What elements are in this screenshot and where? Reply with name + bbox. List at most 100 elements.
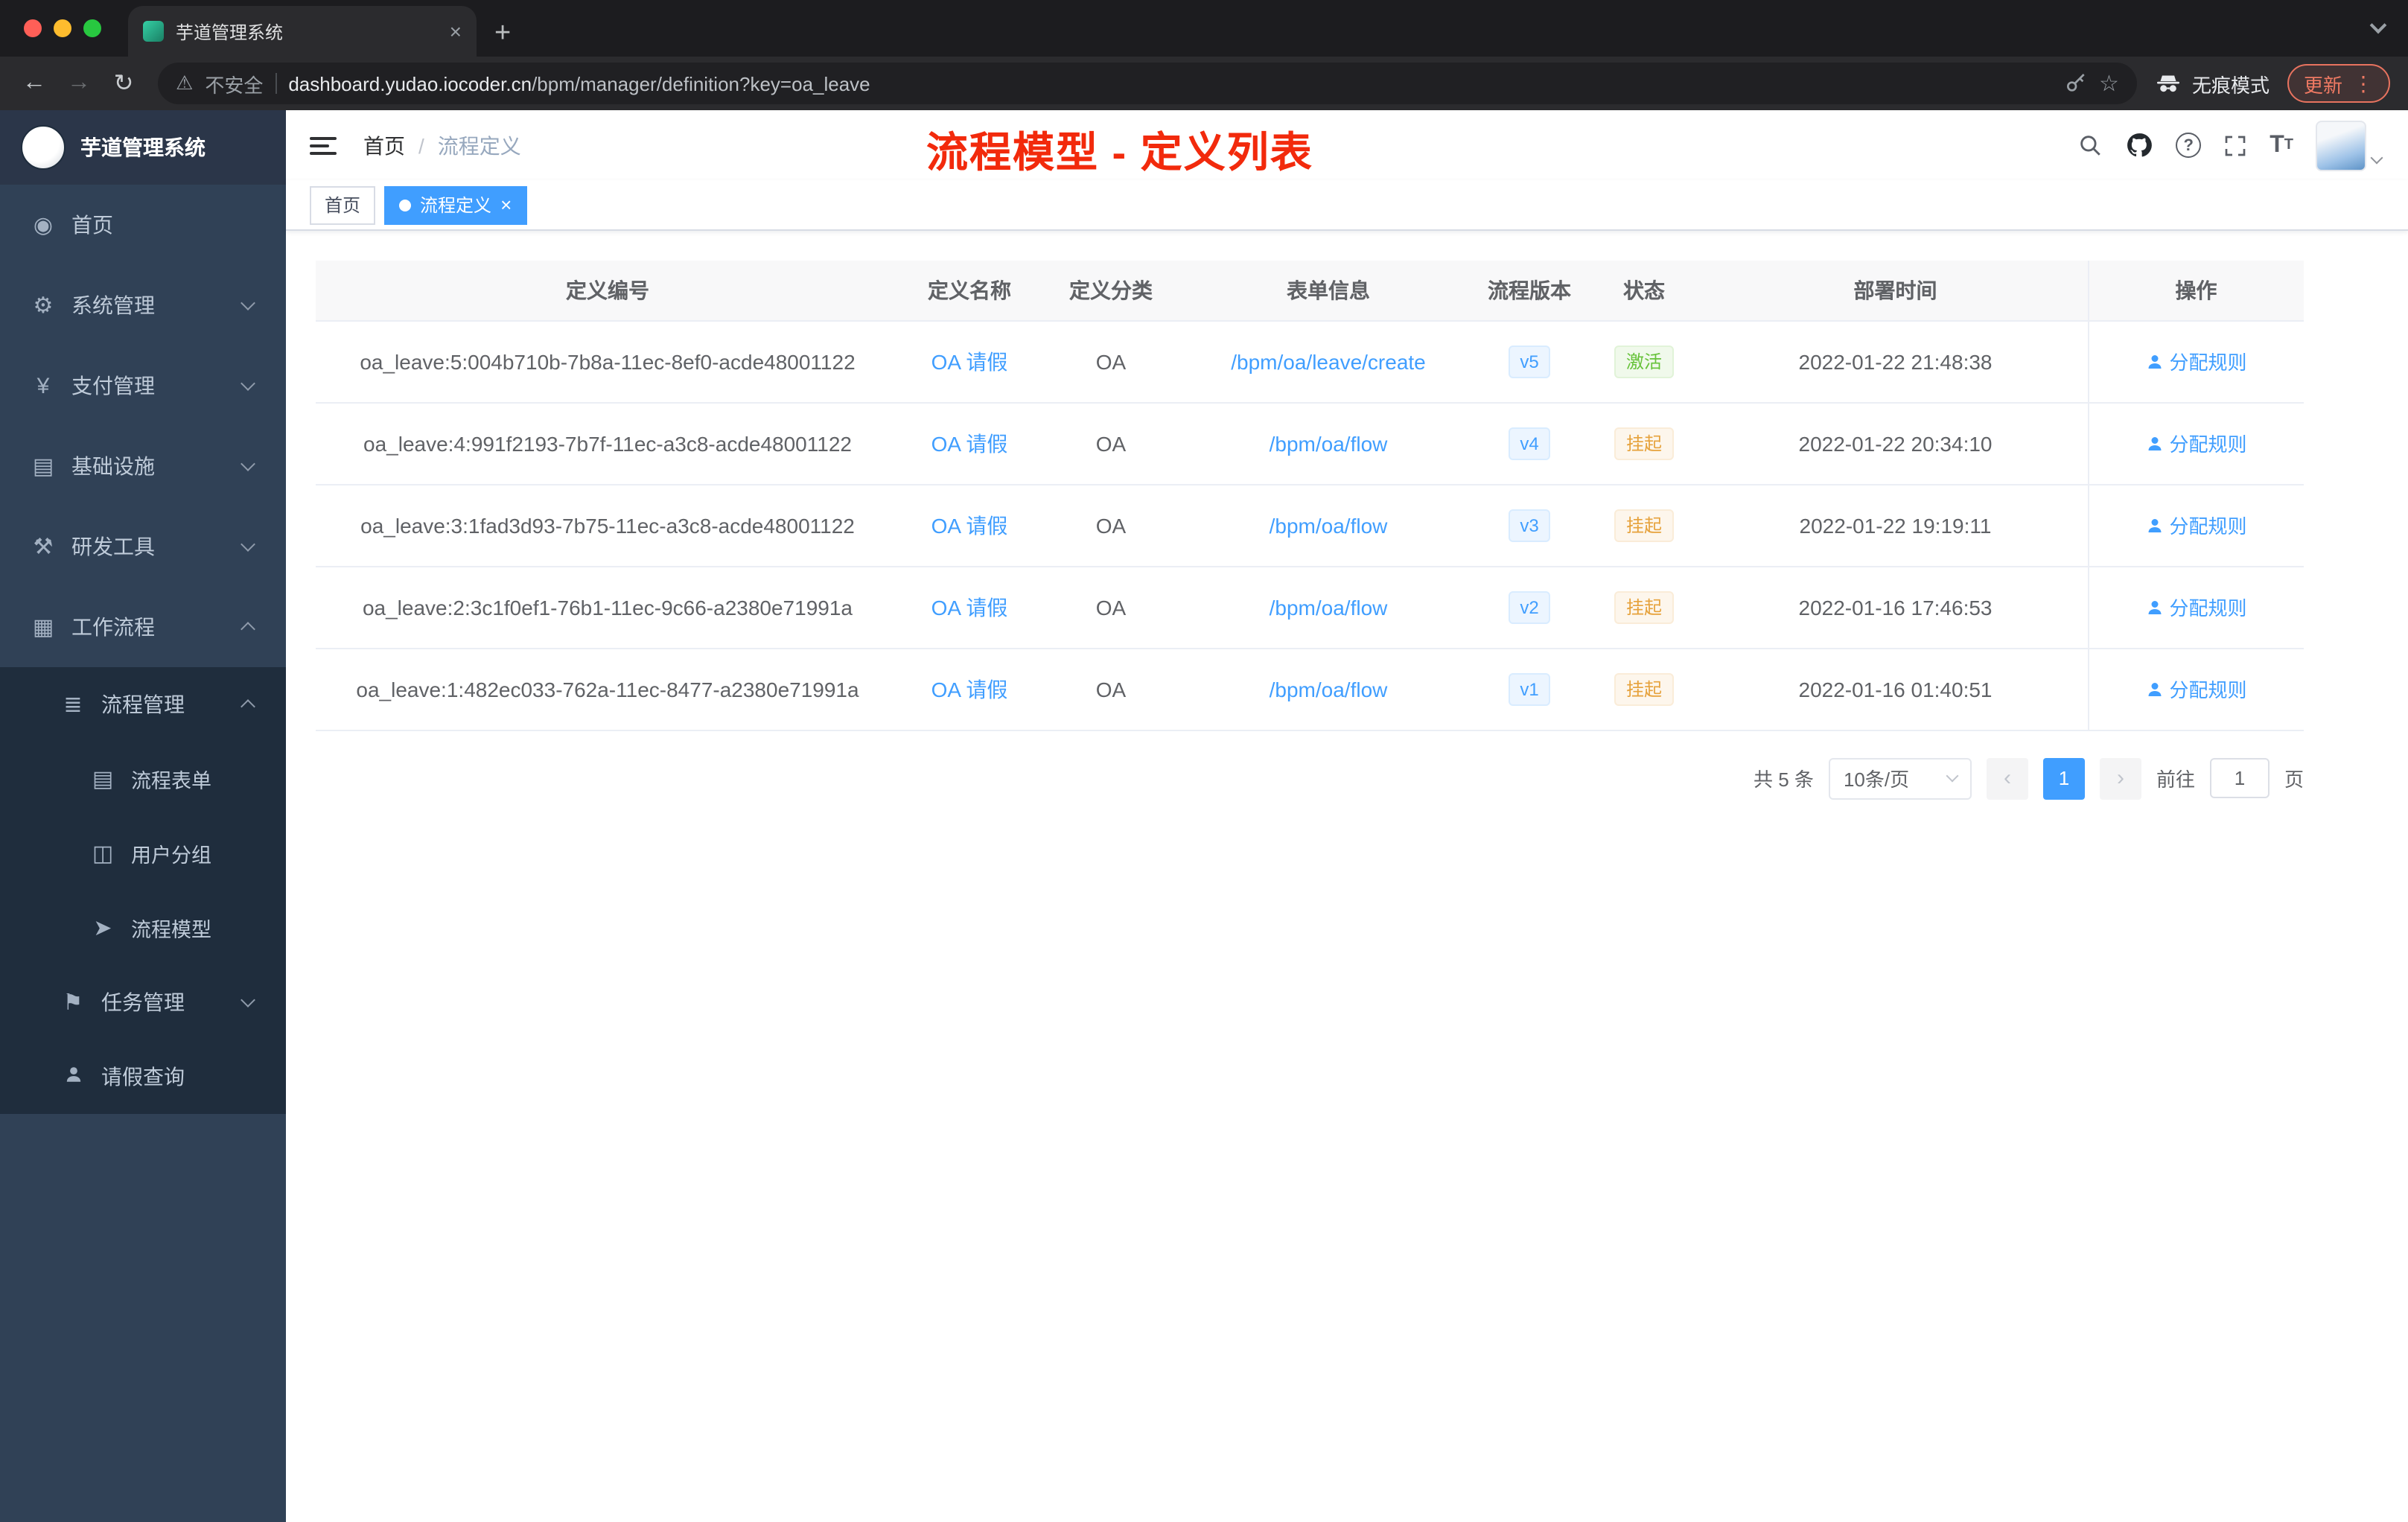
tab-search-chevron-icon[interactable] [2369, 16, 2387, 34]
goto-page-input[interactable] [2209, 758, 2270, 798]
deploy-time: 2022-01-22 21:48:38 [1704, 320, 2088, 403]
forward-button[interactable]: → [57, 61, 101, 106]
header-actions: ? TT [2077, 120, 2408, 171]
pagination: 共 5 条 10条/页 ‹ 1 › 前往 页 [316, 757, 2304, 799]
sidebar-item-infrastructure[interactable]: ▤ 基础设施 [0, 426, 286, 506]
tab-strip: 芋道管理系统 × + [0, 0, 2408, 57]
next-page-button[interactable]: › [2099, 757, 2141, 799]
chevron-up-icon [241, 622, 255, 637]
url-host: dashboard.yudao.iocoder.cn [288, 72, 532, 95]
sidebar-logo[interactable]: 芋道管理系统 [0, 110, 286, 185]
content-area: 定义编号 定义名称 定义分类 表单信息 流程版本 状态 部署时间 操作 oa_l [286, 231, 2408, 1522]
tag-process-definition[interactable]: 流程定义 × [384, 185, 527, 224]
browser-menu-dots-icon[interactable]: ⋮ [2353, 71, 2374, 96]
definition-name-link[interactable]: OA 请假 [931, 513, 1008, 537]
sidebar-item-leave-query[interactable]: 请假查询 [0, 1039, 286, 1114]
font-size-icon[interactable]: TT [2270, 133, 2293, 157]
minimize-window-button[interactable] [54, 19, 71, 37]
tools-icon: ⚒ [33, 535, 54, 560]
password-key-icon[interactable] [2063, 71, 2087, 95]
breadcrumb-home-link[interactable]: 首页 [363, 130, 405, 160]
github-icon[interactable] [2125, 131, 2153, 159]
definition-name-link[interactable]: OA 请假 [931, 431, 1008, 455]
user-group-icon: ◫ [92, 841, 114, 867]
deploy-time: 2022-01-22 20:34:10 [1704, 402, 2088, 485]
screen: 芋道管理系统 × + ← → ↻ ⚠ 不安全 dashboard.yudao.i… [0, 0, 2408, 1522]
chevron-down-icon [241, 537, 255, 552]
form-link[interactable]: /bpm/oa/flow [1270, 677, 1388, 701]
sidebar-item-task-management[interactable]: ⚑ 任务管理 [0, 965, 286, 1039]
table-row: oa_leave:3:1fad3d93-7b75-11ec-a3c8-acde4… [316, 484, 2304, 567]
address-bar[interactable]: ⚠ 不安全 dashboard.yudao.iocoder.cn/bpm/man… [158, 63, 2137, 104]
tab-favicon-icon [143, 21, 164, 42]
help-icon[interactable]: ? [2176, 133, 2202, 158]
update-button[interactable]: 更新 ⋮ [2287, 64, 2390, 103]
sidebar-item-label: 流程模型 [131, 919, 211, 941]
user-icon [2147, 600, 2161, 614]
user-avatar-menu[interactable] [2316, 120, 2383, 171]
tag-home[interactable]: 首页 [310, 185, 376, 224]
sidebar-fold-button[interactable] [310, 136, 337, 154]
assign-rule-link[interactable]: 分配规则 [2145, 511, 2247, 539]
sidebar-item-user-group[interactable]: ◫ 用户分组 [0, 816, 286, 891]
assign-rule-link[interactable]: 分配规则 [2145, 675, 2247, 703]
sidebar-item-process-model[interactable]: ➤ 流程模型 [0, 891, 286, 965]
new-tab-button[interactable]: + [494, 19, 511, 48]
assign-rule-link[interactable]: 分配规则 [2145, 429, 2247, 457]
search-icon[interactable] [2077, 133, 2103, 158]
close-window-button[interactable] [24, 19, 42, 37]
caret-down-icon [2370, 150, 2383, 164]
form-link[interactable]: /bpm/oa/flow [1270, 595, 1388, 619]
sidebar-item-home[interactable]: ◉ 首页 [0, 185, 286, 265]
security-warning-icon[interactable]: ⚠ [176, 71, 193, 95]
reload-button[interactable]: ↻ [101, 61, 146, 106]
browser-toolbar: ← → ↻ ⚠ 不安全 dashboard.yudao.iocoder.cn/b… [0, 57, 2408, 110]
page-1-button[interactable]: 1 [2042, 757, 2085, 799]
avatar[interactable] [2316, 120, 2366, 171]
sidebar-item-process-management[interactable]: ≣ 流程管理 [0, 667, 286, 742]
sidebar-item-dev-tools[interactable]: ⚒ 研发工具 [0, 506, 286, 587]
assign-rule-link[interactable]: 分配规则 [2145, 347, 2247, 375]
status-tag: 挂起 [1614, 672, 1674, 705]
sidebar-item-label: 任务管理 [101, 990, 185, 1014]
bookmark-star-icon[interactable]: ☆ [2099, 70, 2119, 97]
definition-name-link[interactable]: OA 请假 [931, 349, 1008, 373]
form-link[interactable]: /bpm/oa/leave/create [1231, 349, 1426, 373]
security-label: 不安全 [205, 74, 264, 96]
main-area: 首页 / 流程定义 流程模型 - 定义列表 ? TT 首页 流程定义 × 定义编… [286, 110, 2408, 1522]
sidebar-item-system-management[interactable]: ⚙ 系统管理 [0, 265, 286, 346]
column-header-actions: 操作 [2087, 261, 2304, 321]
sidebar-item-label: 系统管理 [71, 293, 155, 317]
definition-name-link[interactable]: OA 请假 [931, 677, 1008, 701]
back-button[interactable]: ← [12, 61, 57, 106]
column-header-version: 流程版本 [1474, 261, 1584, 321]
prev-page-button[interactable]: ‹ [1986, 757, 2028, 799]
sidebar-item-workflow[interactable]: ▦ 工作流程 [0, 587, 286, 667]
status-tag: 挂起 [1614, 427, 1674, 459]
definition-table: 定义编号 定义名称 定义分类 表单信息 流程版本 状态 部署时间 操作 oa_l [316, 261, 2304, 730]
assign-rule-label: 分配规则 [2169, 433, 2247, 456]
tag-close-icon[interactable]: × [500, 195, 512, 214]
page-size-select[interactable]: 10条/页 [1828, 757, 1972, 799]
definition-name-link[interactable]: OA 请假 [931, 595, 1008, 619]
assign-rule-link[interactable]: 分配规则 [2145, 593, 2247, 621]
omnibox-divider [275, 73, 277, 94]
sidebar-item-payment-management[interactable]: ¥ 支付管理 [0, 346, 286, 426]
column-header-category: 定义分类 [1039, 261, 1182, 321]
fullscreen-icon[interactable] [2223, 133, 2247, 157]
gear-icon: ⚙ [33, 293, 54, 319]
sidebar-item-process-form[interactable]: ▤ 流程表单 [0, 742, 286, 816]
user-icon [2147, 518, 2161, 532]
page-header: 首页 / 流程定义 流程模型 - 定义列表 ? TT [286, 110, 2408, 180]
form-link[interactable]: /bpm/oa/flow [1270, 513, 1388, 537]
table-row: oa_leave:5:004b710b-7b8a-11ec-8ef0-acde4… [316, 320, 2304, 403]
tab-close-icon[interactable]: × [450, 21, 462, 42]
zoom-window-button[interactable] [83, 19, 101, 37]
tab-title: 芋道管理系统 [176, 22, 284, 42]
version-tag: v5 [1508, 345, 1551, 378]
form-link[interactable]: /bpm/oa/flow [1270, 431, 1388, 455]
tag-label: 首页 [325, 195, 361, 216]
url-text: dashboard.yudao.iocoder.cn/bpm/manager/d… [288, 72, 870, 95]
browser-tab[interactable]: 芋道管理系统 × [128, 6, 477, 57]
process-management-icon: ≣ [63, 692, 83, 718]
